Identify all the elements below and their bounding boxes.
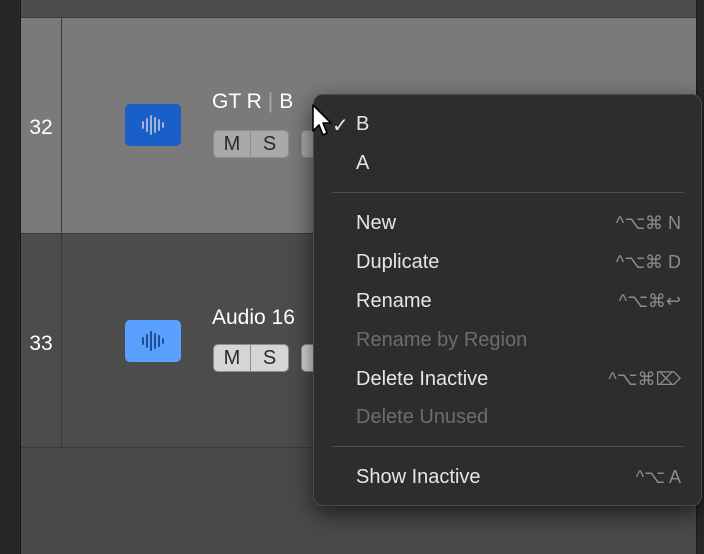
menu-item-rename-by-region: Rename by Region	[314, 323, 701, 357]
track-number: 32	[29, 116, 53, 139]
menu-separator	[332, 192, 684, 193]
mute-solo-group: M S	[213, 130, 313, 159]
menu-shortcut: ^⌥⌘↩	[618, 291, 681, 311]
menu-item-label: Rename by Region	[356, 329, 528, 351]
alternative-label[interactable]: B	[279, 90, 293, 113]
track-31-bottom	[21, 0, 696, 18]
menu-item-label: A	[356, 152, 370, 174]
track-name[interactable]: Audio 16	[212, 306, 295, 330]
record-button[interactable]	[301, 344, 313, 372]
mute-button[interactable]: M	[213, 130, 251, 158]
menu-item-show-inactive[interactable]: Show Inactive ^⌥ A	[314, 460, 701, 494]
waveform-icon	[142, 115, 164, 135]
mouse-pointer-icon	[312, 104, 332, 136]
menu-item-label: Show Inactive	[356, 466, 481, 488]
menu-item-b[interactable]: ✓ B	[314, 107, 701, 141]
mute-button[interactable]: M	[213, 344, 251, 372]
menu-item-delete-unused: Delete Unused	[314, 400, 701, 434]
menu-item-rename[interactable]: Rename ^⌥⌘↩	[314, 284, 701, 318]
track-name[interactable]: GT R | B	[212, 90, 293, 114]
window-left-edge	[0, 0, 21, 554]
solo-button[interactable]: S	[251, 344, 289, 372]
menu-item-label: New	[356, 212, 397, 234]
menu-item-delete-inactive[interactable]: Delete Inactive ^⌥⌘⌦	[314, 362, 701, 396]
menu-shortcut: ^⌥⌘ D	[615, 252, 681, 272]
column-divider	[61, 234, 62, 447]
menu-separator	[332, 446, 684, 447]
menu-item-label: Duplicate	[356, 251, 440, 273]
menu-shortcut: ^⌥⌘ N	[615, 213, 681, 233]
waveform-icon	[142, 331, 164, 351]
menu-item-a[interactable]: A	[314, 146, 701, 180]
column-divider	[61, 18, 62, 233]
track-name-text: GT R	[212, 90, 262, 113]
alternatives-menu: ✓ B A New ^⌥⌘ N Duplicate ^⌥⌘ D Rename ^…	[313, 94, 702, 506]
menu-item-label: Delete Inactive	[356, 368, 489, 390]
menu-item-label: Delete Unused	[356, 406, 489, 428]
name-separator: |	[267, 90, 274, 113]
solo-button[interactable]: S	[251, 130, 289, 158]
menu-item-duplicate[interactable]: Duplicate ^⌥⌘ D	[314, 245, 701, 279]
menu-item-new[interactable]: New ^⌥⌘ N	[314, 206, 701, 240]
menu-item-label: B	[356, 113, 370, 135]
menu-shortcut: ^⌥ A	[635, 467, 681, 487]
track-number: 33	[29, 332, 53, 355]
track-icon-button[interactable]	[125, 104, 181, 146]
menu-shortcut: ^⌥⌘⌦	[608, 369, 681, 389]
track-icon-button[interactable]	[125, 320, 181, 362]
menu-item-label: Rename	[356, 290, 432, 312]
mute-solo-group: M S	[213, 344, 313, 373]
